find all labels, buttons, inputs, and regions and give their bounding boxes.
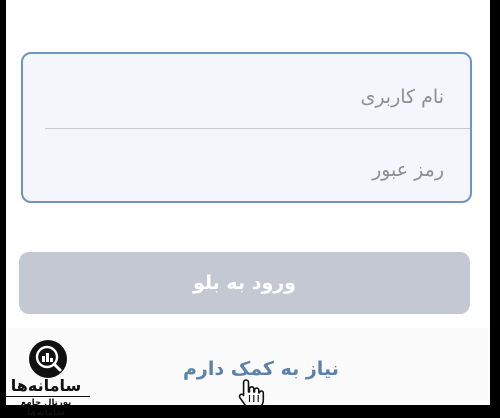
watermark-logo: سامانه‌ها پورتال جامع سامانه‌ها: [2, 340, 90, 408]
device-bezel-right: [490, 0, 500, 410]
password-input[interactable]: [64, 159, 444, 181]
field-divider: [45, 128, 470, 129]
watermark-title: سامانه‌ها: [2, 378, 90, 394]
hand-pointer-icon: [237, 378, 265, 405]
need-help-link[interactable]: نیاز به کمک دارم: [183, 358, 339, 380]
username-field[interactable]: [23, 60, 470, 134]
login-button[interactable]: ورود به بلو: [19, 252, 470, 314]
password-field[interactable]: [23, 133, 470, 207]
logo-badge: [29, 340, 67, 378]
login-form-card: [21, 52, 472, 203]
watermark-subtitle: پورتال جامع سامانه‌ها: [2, 396, 90, 418]
username-input[interactable]: [64, 86, 444, 108]
magnifier-icon: [29, 340, 67, 378]
login-button-label: ورود به بلو: [193, 272, 296, 294]
